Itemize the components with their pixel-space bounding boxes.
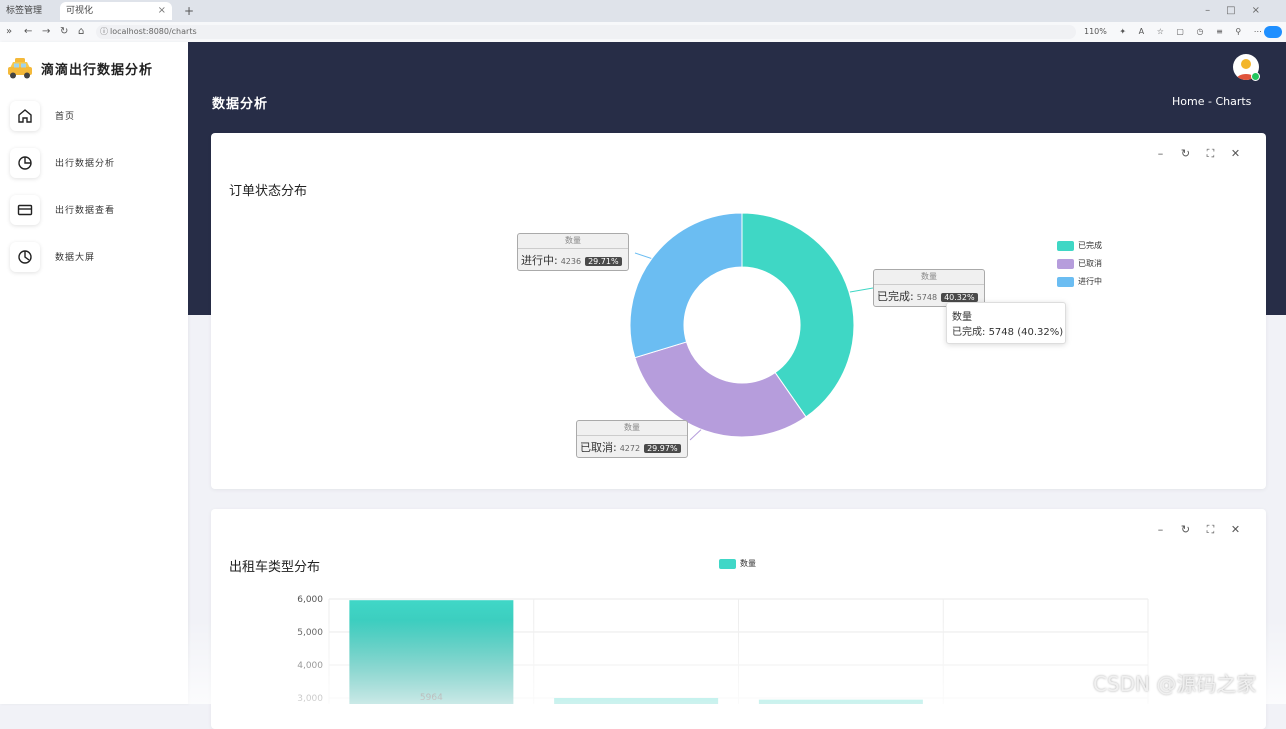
y-tick-label: 3,000: [297, 694, 323, 704]
bar-data-label: 5964: [420, 693, 443, 703]
bar-3[interactable]: [758, 699, 923, 704]
y-tick-label: 6,000: [297, 595, 323, 605]
taxi-type-bar-chart: 6,000 5,000 4,000 3,000 5964: [297, 595, 1149, 704]
y-tick-label: 5,000: [297, 628, 323, 638]
bar-1[interactable]: [349, 600, 514, 704]
bar-2[interactable]: [554, 698, 719, 704]
y-tick-label: 4,000: [297, 661, 323, 671]
watermark: CSDN @源码之家: [1093, 672, 1257, 696]
